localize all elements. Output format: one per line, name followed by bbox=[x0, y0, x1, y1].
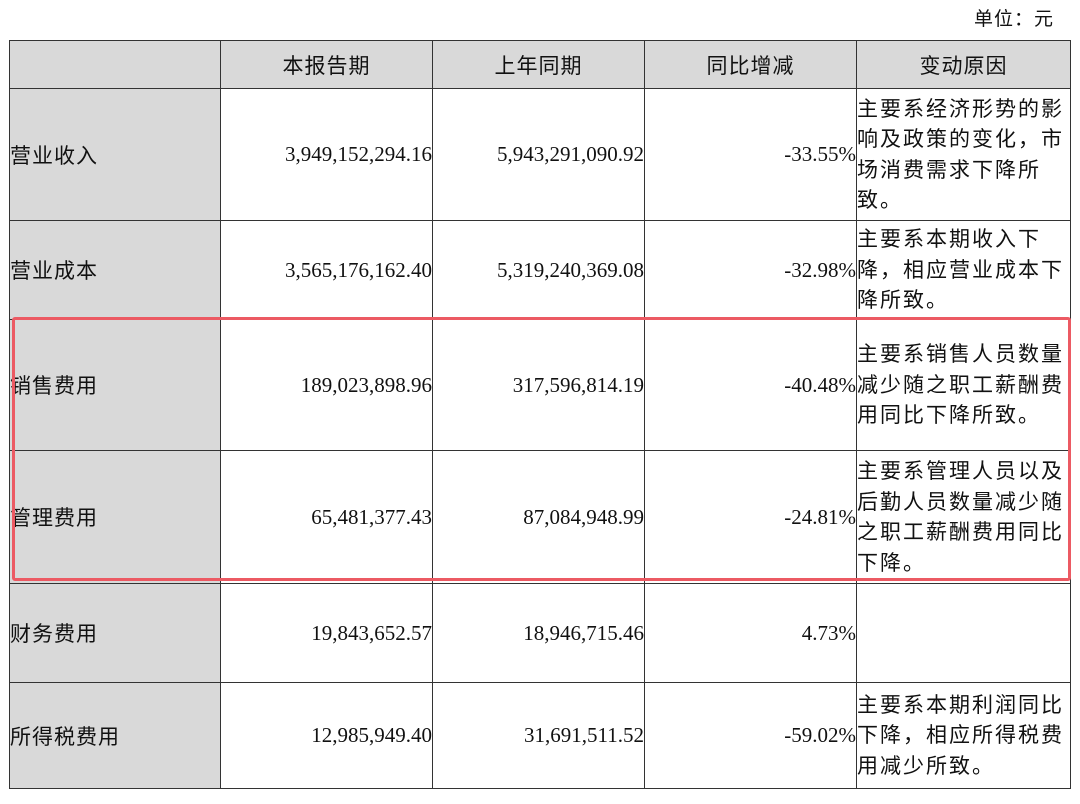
header-yoy-change: 同比增减 bbox=[644, 40, 857, 89]
row-prior-value: 317,596,814.19 bbox=[432, 319, 645, 451]
row-reason-text bbox=[856, 583, 1071, 683]
financial-table: 本报告期 上年同期 同比增减 变动原因 营业收入 3,949,152,294.1… bbox=[9, 40, 1071, 789]
row-change-value: -40.48% bbox=[644, 319, 857, 451]
table-header-row: 本报告期 上年同期 同比增减 变动原因 bbox=[9, 40, 1071, 89]
row-item-label: 营业成本 bbox=[9, 220, 221, 320]
row-reason-text: 主要系本期利润同比下降，相应所得税费用减少所致。 bbox=[856, 682, 1071, 789]
table-row: 营业成本 3,565,176,162.40 5,319,240,369.08 -… bbox=[9, 220, 1071, 320]
unit-label: 单位：元 bbox=[973, 8, 1054, 30]
row-change-value: 4.73% bbox=[644, 583, 857, 683]
row-change-value: -24.81% bbox=[644, 450, 857, 584]
row-reason-text: 主要系经济形势的影响及政策的变化，市场消费需求下降所致。 bbox=[856, 88, 1071, 221]
row-current-value: 3,949,152,294.16 bbox=[220, 88, 433, 221]
row-reason-text: 主要系销售人员数量减少随之职工薪酬费用同比下降所致。 bbox=[856, 319, 1071, 451]
row-current-value: 3,565,176,162.40 bbox=[220, 220, 433, 320]
row-prior-value: 5,319,240,369.08 bbox=[432, 220, 645, 320]
row-current-value: 65,481,377.43 bbox=[220, 450, 433, 584]
row-item-label: 营业收入 bbox=[9, 88, 221, 221]
row-item-label: 所得税费用 bbox=[9, 682, 221, 789]
row-item-label: 管理费用 bbox=[9, 450, 221, 584]
row-change-value: -32.98% bbox=[644, 220, 857, 320]
row-reason-text: 主要系本期收入下降，相应营业成本下降所致。 bbox=[856, 220, 1071, 320]
header-empty-cell bbox=[9, 40, 221, 89]
row-current-value: 189,023,898.96 bbox=[220, 319, 433, 451]
table-row: 营业收入 3,949,152,294.16 5,943,291,090.92 -… bbox=[9, 88, 1071, 221]
row-prior-value: 18,946,715.46 bbox=[432, 583, 645, 683]
row-prior-value: 87,084,948.99 bbox=[432, 450, 645, 584]
table-row: 所得税费用 12,985,949.40 31,691,511.52 -59.02… bbox=[9, 682, 1071, 789]
header-change-reason: 变动原因 bbox=[856, 40, 1071, 89]
table-row: 管理费用 65,481,377.43 87,084,948.99 -24.81%… bbox=[9, 450, 1071, 584]
header-current-period: 本报告期 bbox=[220, 40, 433, 89]
row-current-value: 19,843,652.57 bbox=[220, 583, 433, 683]
row-change-value: -59.02% bbox=[644, 682, 857, 789]
row-item-label: 销售费用 bbox=[9, 319, 221, 451]
table-row: 财务费用 19,843,652.57 18,946,715.46 4.73% bbox=[9, 583, 1071, 683]
header-prior-period: 上年同期 bbox=[432, 40, 645, 89]
row-reason-text: 主要系管理人员以及后勤人员数量减少随之职工薪酬费用同比下降。 bbox=[856, 450, 1071, 584]
row-item-label: 财务费用 bbox=[9, 583, 221, 683]
table-row: 销售费用 189,023,898.96 317,596,814.19 -40.4… bbox=[9, 319, 1071, 451]
row-prior-value: 5,943,291,090.92 bbox=[432, 88, 645, 221]
row-current-value: 12,985,949.40 bbox=[220, 682, 433, 789]
row-change-value: -33.55% bbox=[644, 88, 857, 221]
row-prior-value: 31,691,511.52 bbox=[432, 682, 645, 789]
